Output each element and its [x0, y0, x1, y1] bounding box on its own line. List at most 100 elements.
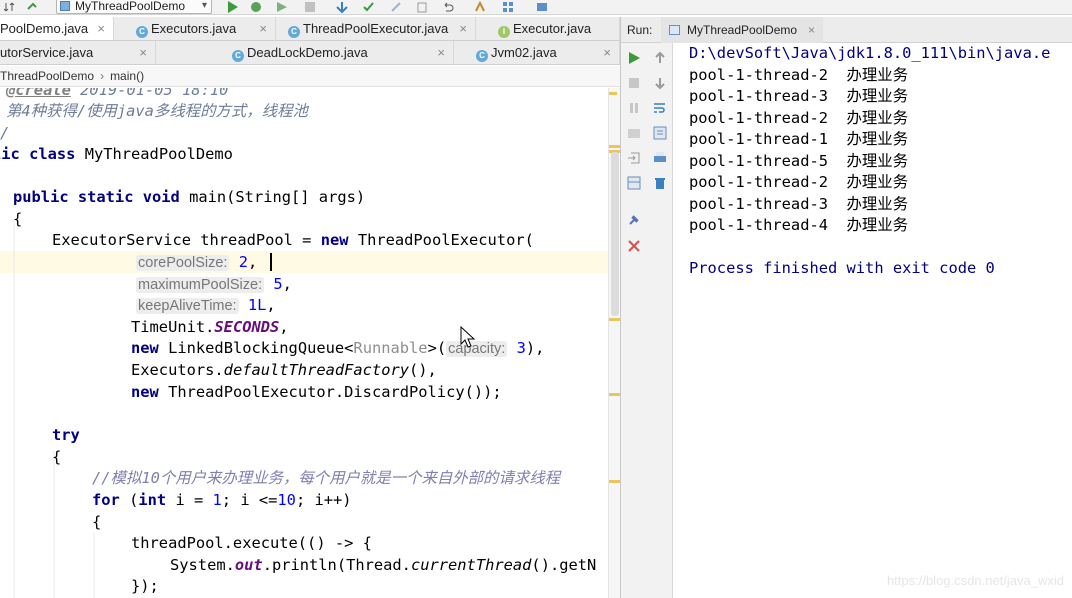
code-line-execute: threadPool.execute(() -> {	[131, 534, 372, 552]
run-configuration-select[interactable]: MyThreadPoolDemo ▾	[56, 0, 212, 14]
editor-tabs-row-2: utorService.java × C DeadLockDemo.java × …	[0, 41, 620, 65]
close-icon[interactable]: ×	[139, 41, 147, 64]
code-line-class: lic class MyThreadPoolDemo	[0, 144, 233, 166]
layout-icon[interactable]	[627, 176, 641, 190]
class-keyword: lic class	[0, 145, 76, 163]
stop-icon[interactable]	[304, 1, 316, 13]
tab-jvm02[interactable]: C Jvm02.java ×	[472, 41, 620, 64]
param-hint-capacity: capacity:	[446, 341, 508, 357]
code-line-max: maximumPoolSize: 5,	[136, 275, 292, 293]
keepalive-value: 1L	[247, 296, 267, 314]
seconds-field: SECONDS	[214, 318, 280, 336]
scroll-thumb[interactable]	[611, 152, 619, 316]
vcs-history-icon[interactable]	[416, 1, 428, 13]
for-start: 1	[212, 491, 222, 509]
debug-icon[interactable]	[250, 1, 262, 13]
up-arrow-icon[interactable]	[653, 51, 667, 65]
get-name: ().getN	[531, 556, 597, 574]
pause-icon[interactable]	[627, 101, 641, 115]
editor-scrollbar[interactable]	[608, 88, 621, 598]
code-line-try-brace: {	[52, 448, 62, 466]
new-keyword: new	[320, 231, 349, 249]
run-side-toolbar	[621, 43, 673, 598]
sdk-icon[interactable]	[536, 1, 548, 13]
rerun-icon[interactable]	[627, 51, 641, 65]
code-editor[interactable]: @create 2019-01-05 18:10 第4种获得/使用java多线程…	[0, 88, 608, 598]
close-icon[interactable]: ×	[808, 17, 815, 43]
executor-decl: ExecutorService threadPool =	[52, 231, 321, 249]
console-output[interactable]: D:\devSoft\Java\jdk1.8.0_111\bin\java.e …	[677, 43, 1072, 598]
code-line-executor-decl: ExecutorService threadPool = new ThreadP…	[52, 230, 534, 252]
main-toolbar: MyThreadPoolDemo ▾	[0, 0, 1072, 15]
for-cond: ; i <=	[221, 491, 278, 509]
project-structure-icon[interactable]	[474, 1, 486, 13]
build-arrow-icon[interactable]	[26, 1, 38, 13]
exit-icon[interactable]	[627, 151, 641, 165]
settings-grid-icon[interactable]	[502, 1, 514, 13]
param-hint-max: maximumPoolSize:	[136, 277, 265, 293]
class-icon: C	[476, 50, 488, 62]
queue-generic: Runnable	[353, 339, 428, 357]
run-header: Run: MyThreadPoolDemo ×	[621, 17, 1072, 43]
coverage-icon[interactable]	[276, 1, 288, 13]
vcs-update-icon[interactable]	[336, 1, 348, 13]
pin-icon[interactable]	[627, 213, 641, 227]
code-line-create: @create 2019-01-05 18:10	[6, 88, 228, 102]
soft-wrap-icon[interactable]	[653, 101, 667, 115]
print-icon[interactable]	[653, 151, 667, 165]
console-icon	[669, 25, 680, 35]
dump-threads-icon[interactable]	[627, 126, 641, 140]
vcs-commit-icon[interactable]	[362, 1, 374, 13]
interface-icon: I	[498, 26, 510, 38]
run-icon[interactable]	[226, 1, 238, 13]
breadcrumb-class[interactable]: ThreadPoolDemo	[0, 69, 94, 83]
class-icon: C	[288, 26, 300, 38]
tab-pooldemo[interactable]: PoolDemo.java ×	[0, 17, 114, 40]
trash-icon[interactable]	[653, 176, 667, 190]
tab-label: DeadLockDemo.java	[247, 45, 368, 60]
breadcrumb-separator-icon: ›	[100, 69, 105, 83]
code-line-policy: new ThreadPoolExecutor.DiscardPolicy());	[131, 382, 502, 404]
tab-deadlockdemo[interactable]: C DeadLockDemo.java ×	[214, 41, 454, 64]
code-line-queue: new LinkedBlockingQueue<Runnable>(capaci…	[131, 338, 544, 360]
close-icon[interactable]: ×	[459, 17, 467, 40]
tab-executors[interactable]: C Executors.java ×	[128, 17, 276, 40]
down-arrow-icon[interactable]	[653, 76, 667, 90]
max-value: 5	[273, 275, 283, 293]
println-call: .println(Thread.	[262, 556, 411, 574]
console-line: pool-1-thread-4 办理业务	[689, 216, 909, 234]
text-caret	[270, 253, 272, 271]
close-icon[interactable]: ×	[437, 41, 445, 64]
tab-executorservice[interactable]: utorService.java ×	[0, 41, 156, 64]
tab-label: Executor.java	[513, 21, 592, 36]
discard-policy: ThreadPoolExecutor.DiscardPolicy());	[168, 383, 502, 401]
tab-executor[interactable]: I Executor.java	[490, 17, 620, 40]
revert-icon[interactable]	[442, 1, 454, 13]
main-keywords: public static void	[13, 188, 180, 206]
close-icon[interactable]: ×	[97, 17, 105, 40]
class-icon: C	[136, 26, 148, 38]
executors-class: Executors.	[131, 361, 224, 379]
close-icon[interactable]	[627, 239, 641, 253]
param-hint-keepalive: keepAliveTime:	[136, 298, 239, 314]
breadcrumb: ThreadPoolDemo › main()	[0, 66, 620, 87]
vcs-compare-icon[interactable]	[390, 1, 402, 13]
tab-label: utorService.java	[0, 45, 94, 60]
close-icon[interactable]: ×	[603, 41, 611, 64]
scroll-to-end-icon[interactable]	[653, 126, 667, 140]
run-config-label: MyThreadPoolDemo	[75, 0, 186, 13]
run-tab[interactable]: MyThreadPoolDemo ×	[661, 17, 824, 43]
code-line-comment: //模拟10个用户来办理业务，每个用户就是一个来自外部的请求线程	[92, 469, 561, 487]
stop-icon[interactable]	[627, 76, 641, 90]
close-icon[interactable]: ×	[259, 17, 267, 40]
factory-end: (),	[409, 361, 437, 379]
console-line-finished: Process finished with exit code 0	[689, 259, 995, 277]
breadcrumb-method[interactable]: main()	[110, 69, 144, 83]
console-line: pool-1-thread-2 办理业务	[689, 108, 909, 127]
sort-icon[interactable]	[4, 1, 16, 13]
tab-threadpoolexecutor[interactable]: C ThreadPoolExecutor.java ×	[280, 17, 476, 40]
param-hint-core: corePoolSize:	[136, 255, 230, 271]
tab-label: Executors.java	[151, 21, 237, 36]
warning-marker-icon[interactable]	[609, 92, 617, 95]
console-line-command: D:\devSoft\Java\jdk1.8.0_111\bin\java.e	[689, 44, 1051, 62]
